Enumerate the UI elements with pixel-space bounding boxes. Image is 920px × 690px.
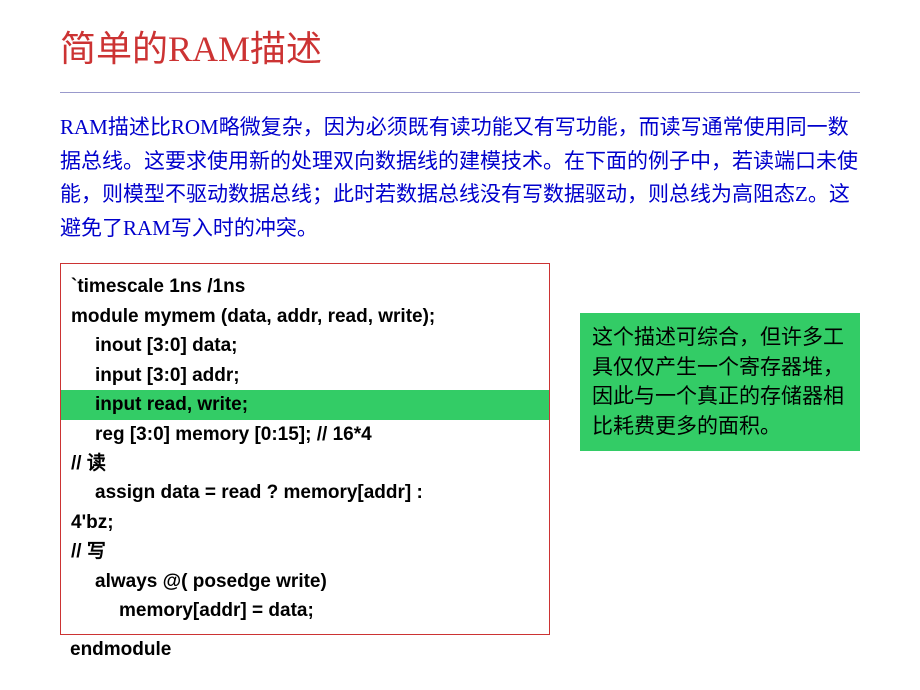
code-line-highlight: input read, write; (61, 390, 549, 419)
slide-title: 简单的RAM描述 (60, 20, 860, 72)
code-block: `timescale 1ns /1ns module mymem (data, … (60, 263, 550, 634)
code-line: assign data = read ? memory[addr] : (71, 478, 539, 507)
title-divider (60, 92, 860, 93)
code-line: reg [3:0] memory [0:15]; // 16*4 (71, 420, 539, 449)
code-line: inout [3:0] data; (71, 331, 539, 360)
code-line-comment: // 写 (71, 537, 539, 566)
code-line: 4'bz; (71, 508, 539, 537)
description-text: RAM描述比ROM略微复杂，因为必须既有读功能又有写功能，而读写通常使用同一数据… (60, 111, 860, 245)
code-line: module mymem (data, addr, read, write); (71, 302, 539, 331)
code-column: `timescale 1ns /1ns module mymem (data, … (60, 263, 550, 660)
code-line: `timescale 1ns /1ns (71, 272, 539, 301)
code-line: memory[addr] = data; (71, 596, 539, 625)
content-row: `timescale 1ns /1ns module mymem (data, … (60, 263, 860, 660)
code-line: input [3:0] addr; (71, 361, 539, 390)
code-line-comment: // 读 (71, 449, 539, 478)
code-endmodule: endmodule (60, 639, 550, 661)
code-line: always @( posedge write) (71, 567, 539, 596)
note-box: 这个描述可综合，但许多工具仅仅产生一个寄存器堆，因此与一个真正的存储器相比耗费更… (580, 313, 860, 451)
